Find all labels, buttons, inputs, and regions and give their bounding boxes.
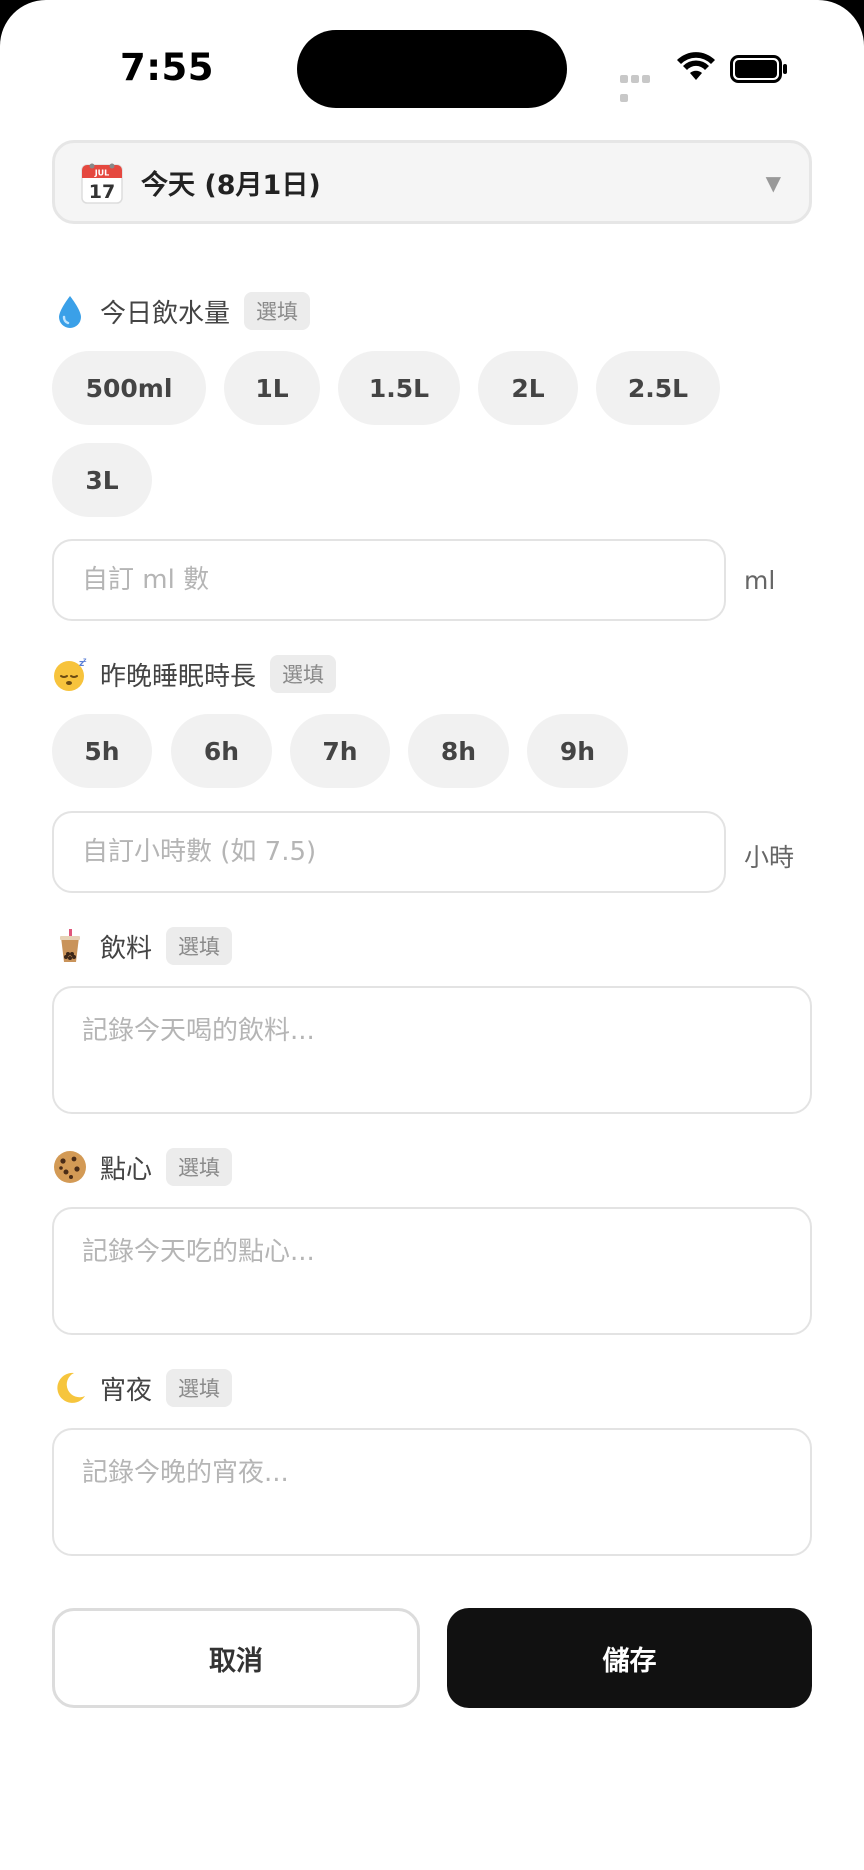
optional-badge: 選填 xyxy=(270,655,337,693)
optional-badge: 選填 xyxy=(166,927,233,965)
sleep-title: 昨晚睡眠時長 xyxy=(100,661,257,692)
sleep-chip-8h[interactable]: 8h xyxy=(408,714,509,788)
calendar-icon: JUL 17 xyxy=(81,163,123,204)
drinks-section-header: 飲料 選填 xyxy=(52,926,233,966)
dynamic-island xyxy=(297,30,567,108)
cellular-signal-icon xyxy=(620,75,662,102)
water-chip-2-5l[interactable]: 2.5L xyxy=(596,351,720,425)
water-chip-1-5l[interactable]: 1.5L xyxy=(338,351,460,425)
late-night-field[interactable] xyxy=(52,1428,812,1556)
optional-badge: 選填 xyxy=(166,1369,233,1407)
sleep-chip-9h[interactable]: 9h xyxy=(527,714,628,788)
svg-text:z: z xyxy=(83,657,87,664)
sleep-chip-6h[interactable]: 6h xyxy=(171,714,272,788)
save-button[interactable]: 儲存 xyxy=(447,1608,812,1708)
calendar-month: JUL xyxy=(94,169,110,178)
cancel-button[interactable]: 取消 xyxy=(52,1608,420,1708)
sleep-chip-7h[interactable]: 7h xyxy=(290,714,390,788)
optional-badge: 選填 xyxy=(166,1148,233,1186)
cookie-icon xyxy=(54,1151,86,1183)
late-night-section-header: 宵夜 選填 xyxy=(52,1368,233,1408)
water-section-header: 今日飲水量 選填 xyxy=(52,291,311,331)
date-label: 今天 (8月1日) xyxy=(141,170,321,201)
status-bar: 7:55 xyxy=(0,0,864,130)
water-title: 今日飲水量 xyxy=(100,298,231,329)
water-chip-2l[interactable]: 2L xyxy=(478,351,578,425)
water-custom-input[interactable] xyxy=(54,541,724,619)
sleeping-face-icon: z z xyxy=(54,657,87,691)
chevron-down-icon: ▼ xyxy=(765,171,781,195)
snacks-section-header: 點心 選填 xyxy=(52,1147,233,1187)
wifi-icon xyxy=(677,52,715,80)
water-unit-label: ml xyxy=(744,566,776,595)
sleep-chip-5h[interactable]: 5h xyxy=(52,714,152,788)
snacks-textarea[interactable] xyxy=(54,1209,810,1333)
optional-badge: 選填 xyxy=(244,292,311,330)
date-selector[interactable]: JUL 17 今天 (8月1日) ▼ xyxy=(52,140,812,224)
water-chip-500ml[interactable]: 500ml xyxy=(52,351,206,425)
status-time: 7:55 xyxy=(120,46,215,89)
late-night-title: 宵夜 xyxy=(100,1375,153,1406)
drinks-title: 飲料 xyxy=(100,933,153,964)
water-chip-3l[interactable]: 3L xyxy=(52,443,152,517)
late-night-textarea[interactable] xyxy=(54,1430,810,1554)
sleep-unit-label: 小時 xyxy=(744,843,795,872)
bubble-tea-icon xyxy=(60,929,80,962)
crescent-moon-icon xyxy=(57,1372,85,1403)
droplet-icon xyxy=(59,296,81,328)
snacks-field[interactable] xyxy=(52,1207,812,1335)
battery-icon xyxy=(730,55,787,83)
sleep-section-header: z z 昨晚睡眠時長 選填 xyxy=(52,654,337,694)
drinks-textarea[interactable] xyxy=(54,988,810,1112)
screen: 7:55 JUL 17 今天 (8月1日) ▼ 今日飲水量 選填 500ml 1… xyxy=(0,0,864,1870)
water-chip-1l[interactable]: 1L xyxy=(224,351,320,425)
sleep-custom-input[interactable] xyxy=(54,813,724,891)
water-custom-field[interactable] xyxy=(52,539,726,621)
drinks-field[interactable] xyxy=(52,986,812,1114)
sleep-custom-field[interactable] xyxy=(52,811,726,893)
snacks-title: 點心 xyxy=(100,1154,153,1185)
calendar-day: 17 xyxy=(89,181,115,203)
